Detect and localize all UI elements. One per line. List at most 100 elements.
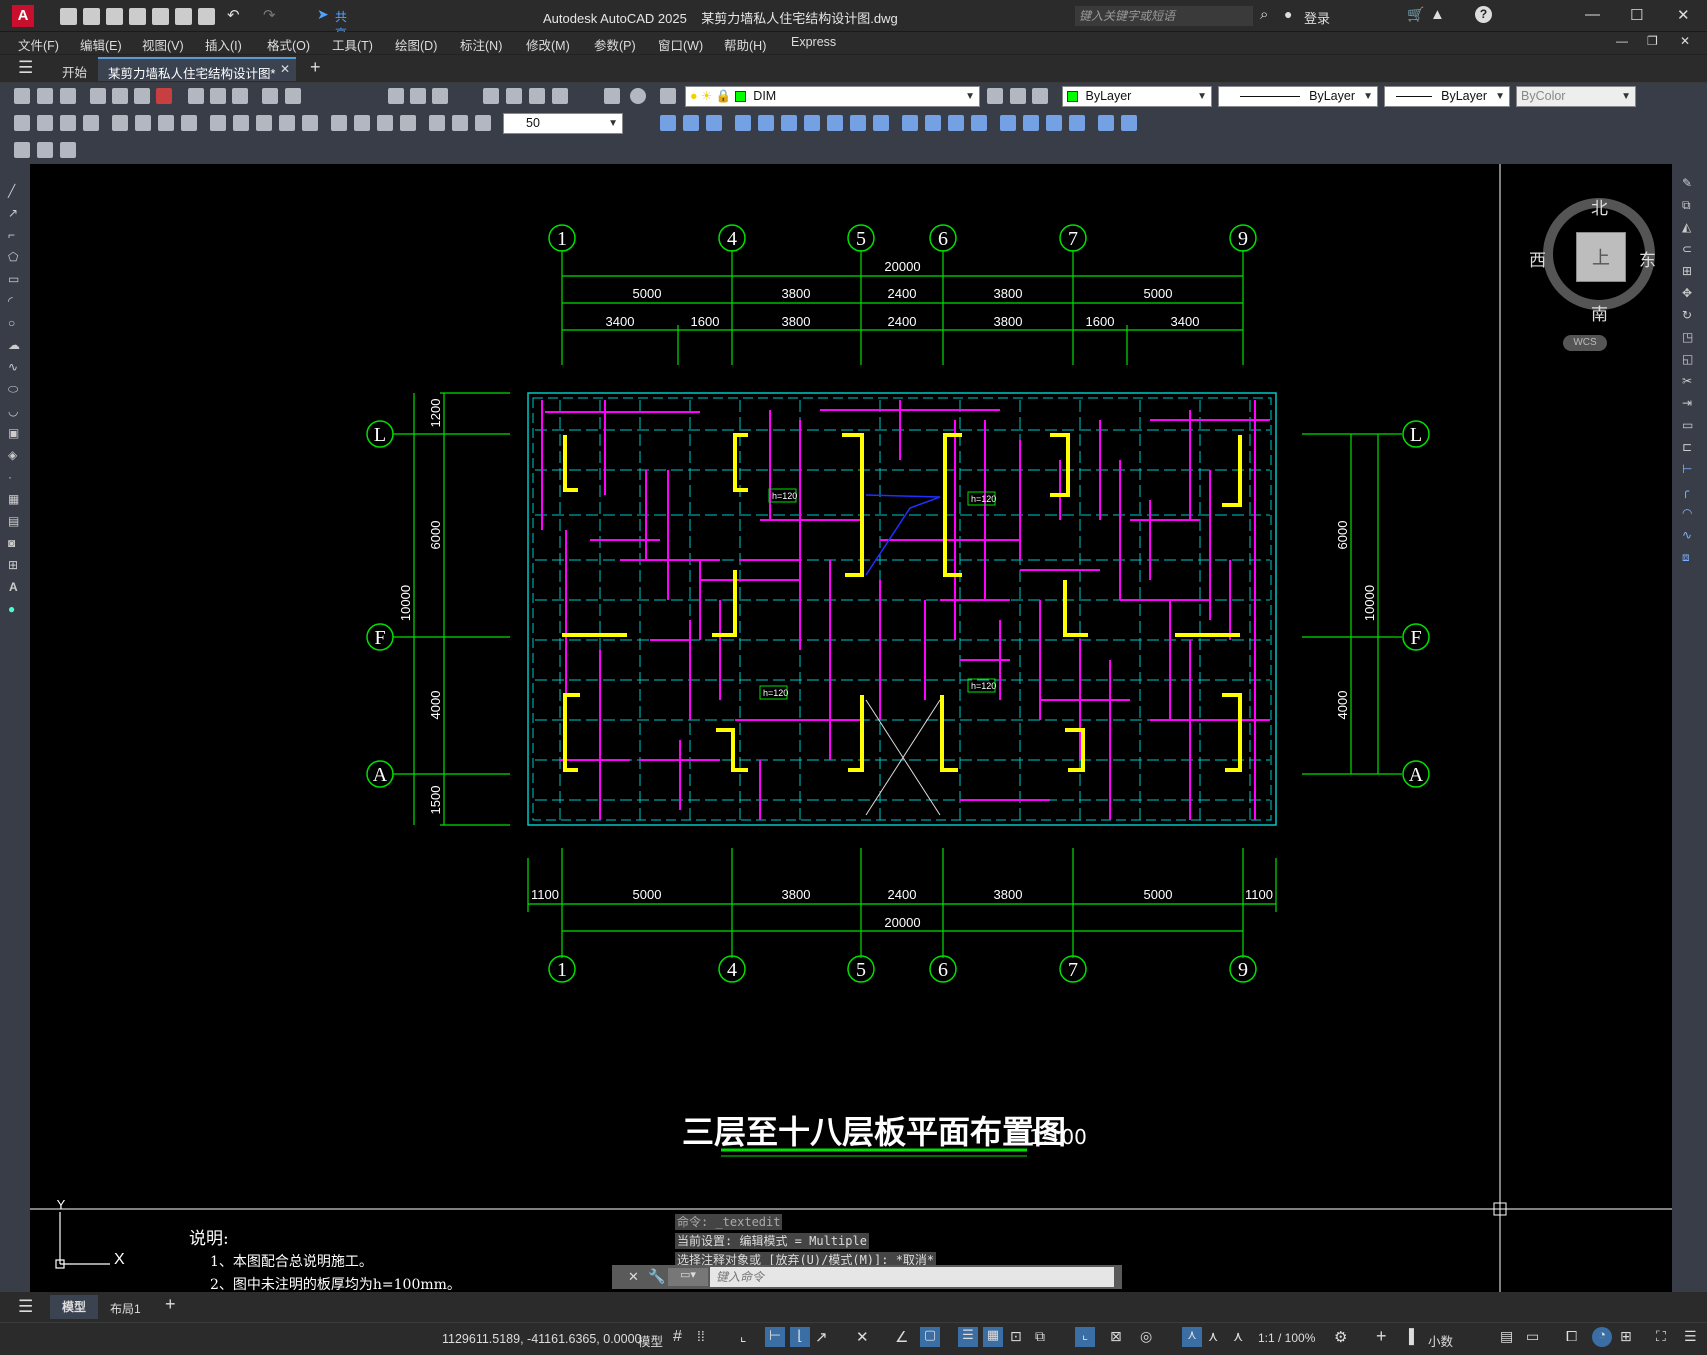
dim-text-edit-icon[interactable]	[452, 115, 468, 131]
fillet-icon[interactable]: ╭	[1682, 484, 1689, 498]
viewcube[interactable]: 上 北 南 东 西	[1529, 180, 1661, 324]
wcs-button[interactable]: WCS	[1563, 335, 1607, 351]
polygon-icon[interactable]: ⬠	[8, 250, 18, 264]
construction-line-icon[interactable]: ↗	[8, 206, 18, 220]
scale-icon[interactable]: ◳	[1682, 330, 1693, 344]
tab-model[interactable]: 模型	[50, 1295, 98, 1319]
modify-icon-12[interactable]	[925, 115, 941, 131]
layer-previous-icon[interactable]	[1010, 88, 1026, 104]
inspect-icon[interactable]	[377, 115, 393, 131]
explode-icon[interactable]: ∿	[1682, 528, 1692, 542]
cart-icon[interactable]: 🛒	[1407, 6, 1424, 23]
viewcube-east[interactable]: 东	[1639, 246, 1656, 271]
dim-break-icon[interactable]	[302, 115, 318, 131]
modify-icon-11[interactable]	[902, 115, 918, 131]
menu-tools[interactable]: 工具(T)	[332, 35, 373, 54]
modify-icon-4[interactable]	[735, 115, 751, 131]
add-selected-icon[interactable]: ●	[8, 602, 15, 616]
3dprint-icon[interactable]	[156, 88, 172, 104]
lineweight-dropdown[interactable]: ByLayer ▼	[1384, 86, 1510, 107]
dimscale-dropdown[interactable]: 50 ▼	[503, 113, 623, 134]
object-snap-tracking-icon[interactable]: ↗	[815, 1328, 828, 1346]
coordinates-readout[interactable]: 1129611.5189, -41161.6365, 0.0000	[442, 1332, 642, 1346]
viewcube-face[interactable]: 上	[1576, 232, 1626, 282]
offset-icon[interactable]: ⊂	[1682, 242, 1692, 256]
menu-file[interactable]: 文件(F)	[18, 35, 59, 54]
dim-space-icon[interactable]	[279, 115, 295, 131]
save-icon[interactable]	[106, 8, 123, 25]
annotation-icon-2[interactable]: ⋏	[1208, 1328, 1218, 1345]
command-close-icon[interactable]: ✕	[628, 1269, 639, 1285]
maximize-icon[interactable]: ☐	[1630, 6, 1643, 24]
search-input[interactable]: 键入关键字或短语	[1075, 6, 1253, 26]
rotate-icon[interactable]: ↻	[1682, 308, 1692, 322]
close-icon[interactable]: ✕	[1677, 6, 1690, 24]
annotation-visibility-icon[interactable]: ⊠	[1110, 1328, 1122, 1345]
modify-icon-6[interactable]	[781, 115, 797, 131]
modify-icon-13[interactable]	[948, 115, 964, 131]
dim-radius-icon[interactable]	[112, 115, 128, 131]
color-dropdown[interactable]: ByLayer ▼	[1062, 86, 1212, 107]
linetype-dropdown[interactable]: ByLayer ▼	[1218, 86, 1378, 107]
text-edit-icon[interactable]	[14, 142, 30, 158]
mirror-icon[interactable]: ◭	[1682, 220, 1691, 234]
matchprop-icon[interactable]	[262, 88, 278, 104]
plot-icon-2[interactable]	[90, 88, 106, 104]
doc-restore-icon[interactable]: ❐	[1647, 34, 1658, 48]
menu-insert[interactable]: 插入(I)	[205, 35, 242, 54]
save-as-icon[interactable]	[129, 8, 146, 25]
make-block-icon[interactable]: ◈	[8, 448, 17, 462]
modify-icon-20[interactable]	[1121, 115, 1137, 131]
dim-aligned-icon[interactable]	[37, 115, 53, 131]
dim-continue-icon[interactable]	[256, 115, 272, 131]
join-icon[interactable]: ⊏	[1682, 440, 1692, 454]
minimize-icon[interactable]: —	[1585, 6, 1600, 23]
doc-minimize-icon[interactable]: —	[1616, 34, 1628, 48]
grid-icon[interactable]: #	[673, 1328, 682, 1346]
save-web-icon[interactable]	[175, 8, 192, 25]
drawing-canvas[interactable]: h=120 h=120 h=120 h=120 1 1 4 4 5 5 6 6 7 7 9 9 L L F F…	[30, 164, 1672, 1292]
menu-express[interactable]: Express	[791, 35, 836, 49]
new-layout-icon[interactable]: +	[165, 1294, 176, 1315]
dynamic-ucs-icon[interactable]: ⊡	[1010, 1328, 1022, 1345]
modify-icon-5[interactable]	[758, 115, 774, 131]
tab-start[interactable]: 开始	[62, 62, 87, 81]
mtext-icon[interactable]: A	[9, 580, 18, 594]
ortho-icon[interactable]: ⌞	[740, 1328, 747, 1345]
insert-block-icon[interactable]: ▣	[8, 426, 19, 440]
spline-icon[interactable]: ∿	[8, 360, 18, 374]
viewcube-north[interactable]: 北	[1591, 194, 1608, 219]
new-file-icon[interactable]	[60, 8, 77, 25]
selection-cycling-icon[interactable]: ☰	[958, 1327, 978, 1347]
modify-icon-7[interactable]	[804, 115, 820, 131]
modify-icon-9[interactable]	[850, 115, 866, 131]
annotation-scale-value[interactable]: 1:1 / 100%	[1258, 1331, 1315, 1345]
quick-dim-icon[interactable]	[210, 115, 226, 131]
line-icon[interactable]: ╱	[8, 184, 15, 198]
menu-draw[interactable]: 绘图(D)	[395, 35, 437, 54]
isolate-objects-icon[interactable]: ⧠	[1566, 1328, 1577, 1345]
help-icon[interactable]: ?	[1475, 6, 1492, 23]
3d-osnap-icon[interactable]: ▦	[983, 1327, 1003, 1347]
signin-button[interactable]: 登录	[1304, 8, 1330, 27]
modify-icon-2[interactable]	[683, 115, 699, 131]
erase-icon[interactable]: ✎	[1682, 176, 1692, 190]
menu-modify[interactable]: 修改(M)	[526, 35, 570, 54]
viewcube-south[interactable]: 南	[1591, 300, 1608, 325]
tab-close-icon[interactable]: ✕	[280, 62, 290, 76]
dim-edit-icon[interactable]	[429, 115, 445, 131]
layer-dropdown[interactable]: ● ☀ 🔒 DIM ▼	[685, 86, 980, 107]
dim-baseline-icon[interactable]	[233, 115, 249, 131]
layer-state-icon[interactable]	[1032, 88, 1048, 104]
table-icon[interactable]: ⊞	[8, 558, 18, 572]
menu-edit[interactable]: 编辑(E)	[80, 35, 122, 54]
modify-icon-10[interactable]	[873, 115, 889, 131]
command-input[interactable]: 键入命令	[710, 1267, 1114, 1287]
open-icon[interactable]	[37, 88, 53, 104]
modify-icon-14[interactable]	[971, 115, 987, 131]
point-icon[interactable]: ·	[8, 470, 12, 484]
layout-menu-icon[interactable]: ☰	[18, 1297, 33, 1317]
region-icon[interactable]: ◙	[8, 536, 15, 550]
plot-icon[interactable]	[198, 8, 215, 25]
menu-format[interactable]: 格式(O)	[267, 35, 310, 54]
